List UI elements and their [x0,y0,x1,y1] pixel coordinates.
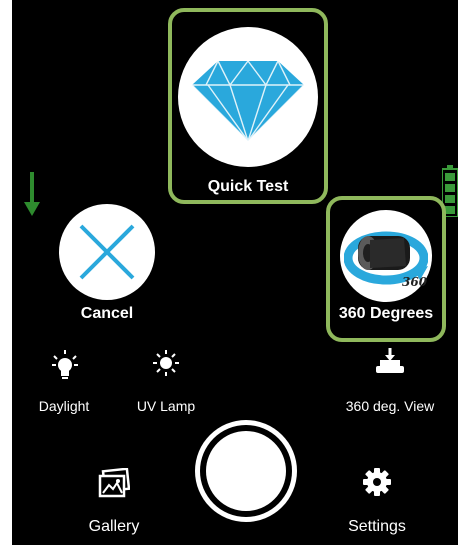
sun-icon [153,350,179,376]
gallery-label: Gallery [88,518,140,535]
down-arrow-icon [24,172,40,216]
camera-screen: Quick Test Cancel 360 360 Degrees Daylig… [12,0,458,545]
quick-test-button[interactable] [178,27,318,167]
shutter-center [206,431,286,511]
shutter-button[interactable] [195,420,297,522]
quick-test-label: Quick Test [207,178,289,195]
bulb-icon [52,350,78,379]
x-icon [79,224,135,280]
gallery-button[interactable]: Gallery [74,462,154,542]
view-360-mode[interactable]: 360 deg. View [332,346,448,416]
settings-button[interactable]: Settings [332,462,422,542]
uv-lamp-mode[interactable]: UV Lamp [130,346,202,416]
degrees-360-label: 360 Degrees [338,305,434,322]
turntable-icon [376,348,404,373]
settings-label: Settings [348,518,406,535]
uv-lamp-label: UV Lamp [136,398,196,414]
badge-360-text: 360 [402,275,428,289]
cancel-label: Cancel [80,305,134,322]
daylight-mode[interactable]: Daylight [30,346,98,416]
gallery-icon [98,468,130,498]
cancel-button[interactable] [59,204,155,300]
diamond-icon [191,59,305,144]
view-360-label: 360 deg. View [345,398,435,414]
daylight-label: Daylight [38,398,90,414]
gear-icon [363,468,391,496]
rotate-360-icon: 360 [344,231,428,289]
degrees-360-button[interactable]: 360 [340,210,432,302]
